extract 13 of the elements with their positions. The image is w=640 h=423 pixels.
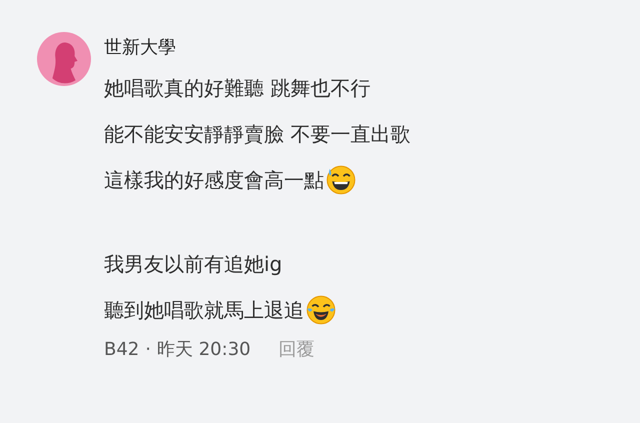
comment-text: 這樣我的好感度會高一點 [104, 167, 324, 194]
reply-button[interactable]: 回覆 [278, 337, 315, 361]
floor-number: B42 [104, 338, 140, 360]
timestamp: 昨天 20:30 [157, 338, 251, 361]
comment-text: 我男友以前有追她ig [104, 251, 282, 278]
author-name: 世新大學 [104, 36, 177, 60]
sweat-smile-icon [326, 165, 356, 195]
comment-text: 聽到她唱歌就馬上退追 [104, 297, 304, 324]
comment-text: 能不能安安靜靜賣臉 不要一直出歌 [104, 121, 410, 148]
comment-text: 她唱歌真的好難聽 跳舞也不行 [104, 75, 370, 102]
separator-dot: · [145, 338, 151, 360]
tears-of-joy-icon [306, 295, 336, 325]
avatar-icon [37, 32, 91, 86]
